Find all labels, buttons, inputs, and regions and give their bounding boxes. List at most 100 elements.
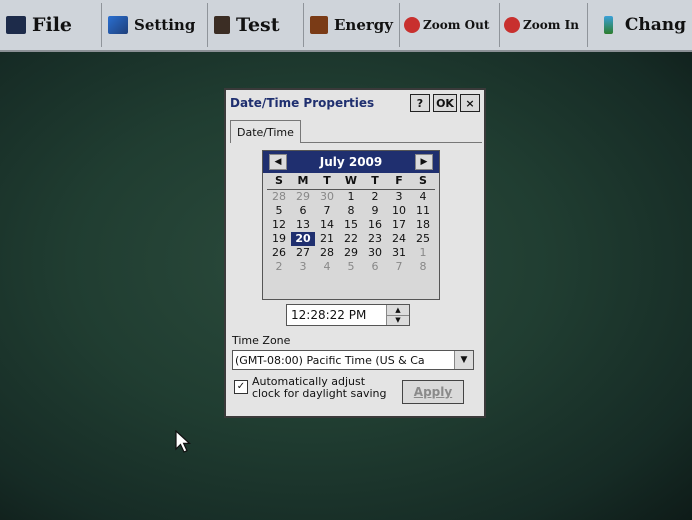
calendar-month-label[interactable]: July 2009: [320, 155, 383, 169]
calendar-day[interactable]: 4: [315, 260, 339, 274]
calendar-day[interactable]: 2: [363, 190, 387, 204]
calendar-day[interactable]: 31: [387, 246, 411, 260]
calendar-week: 28 29 30 1 2 3 4: [267, 190, 435, 204]
dialog-title: Date/Time Properties: [230, 96, 375, 110]
prev-month-button[interactable]: ◀: [269, 154, 287, 170]
menu-file[interactable]: File: [0, 3, 102, 47]
calendar-day[interactable]: 8: [339, 204, 363, 218]
calendar-day[interactable]: 29: [291, 190, 315, 204]
calendar-day[interactable]: 28: [267, 190, 291, 204]
calendar-day[interactable]: 26: [267, 246, 291, 260]
calendar-day[interactable]: 15: [339, 218, 363, 232]
menu-energy[interactable]: Energy: [304, 3, 400, 47]
help-button[interactable]: ?: [410, 94, 430, 112]
menu-energy-label: Energy: [334, 16, 393, 34]
auto-adjust-checkbox[interactable]: ✓: [234, 380, 248, 394]
dialog-titlebar[interactable]: Date/Time Properties ? OK ×: [226, 90, 484, 116]
calendar-day[interactable]: 8: [411, 260, 435, 274]
date-time-dialog: Date/Time Properties ? OK × Date/Time ◀ …: [224, 88, 486, 418]
calendar-day[interactable]: 7: [315, 204, 339, 218]
timezone-value[interactable]: (GMT-08:00) Pacific Time (US & Ca: [233, 354, 454, 367]
calendar-day[interactable]: 28: [315, 246, 339, 260]
tab-strip: Date/Time: [230, 120, 482, 143]
calendar-day[interactable]: 19: [267, 232, 291, 246]
spin-up-icon[interactable]: ▲: [387, 305, 409, 316]
calendar-week: 19 20 21 22 23 24 25: [267, 232, 435, 246]
menu-setting-label: Setting: [134, 16, 196, 34]
calendar-day[interactable]: 6: [363, 260, 387, 274]
calendar-day[interactable]: 2: [267, 260, 291, 274]
calendar-day[interactable]: 7: [387, 260, 411, 274]
weekday-label: W: [344, 174, 358, 187]
monitor-icon: [6, 16, 26, 34]
weekday-header: S M T W T F S: [267, 173, 435, 190]
calendar-day[interactable]: 9: [363, 204, 387, 218]
weekday-label: M: [297, 174, 309, 187]
calendar-day[interactable]: 3: [387, 190, 411, 204]
calendar-day[interactable]: 16: [363, 218, 387, 232]
calendar-day[interactable]: 30: [315, 190, 339, 204]
close-button[interactable]: ×: [460, 94, 480, 112]
calendar-day[interactable]: 14: [315, 218, 339, 232]
calendar-day[interactable]: 3: [291, 260, 315, 274]
next-month-button[interactable]: ▶: [415, 154, 433, 170]
menu-test-label: Test: [236, 14, 280, 36]
calendar-day[interactable]: 4: [411, 190, 435, 204]
calendar-day[interactable]: 1: [339, 190, 363, 204]
calendar-day[interactable]: 6: [291, 204, 315, 218]
menu-file-label: File: [32, 14, 73, 36]
weekday-label: S: [419, 174, 427, 187]
weekday-label: F: [395, 174, 403, 187]
menu-bar: File Setting Test Energy Zoom Out Zoom I…: [0, 0, 692, 52]
calendar-week: 5 6 7 8 9 10 11: [267, 204, 435, 218]
calendar-day[interactable]: 13: [291, 218, 315, 232]
calendar-day[interactable]: 29: [339, 246, 363, 260]
calendar-day[interactable]: 17: [387, 218, 411, 232]
calendar-day[interactable]: 25: [411, 232, 435, 246]
time-value[interactable]: 12:28:22 PM: [287, 308, 386, 322]
calendar-day[interactable]: 21: [315, 232, 339, 246]
calendar-day[interactable]: 12: [267, 218, 291, 232]
settings-icon: [108, 16, 128, 34]
calendar-day[interactable]: 18: [411, 218, 435, 232]
calendar-day[interactable]: 20: [291, 232, 315, 246]
month-calendar: ◀ July 2009 ▶ S M T W T F S 28 29 30 1 2 3 4 5 6…: [262, 150, 440, 300]
menu-setting[interactable]: Setting: [102, 3, 208, 47]
chevron-down-icon[interactable]: ▼: [454, 351, 473, 369]
book-icon: [310, 16, 328, 34]
change-icon: [604, 16, 613, 34]
calendar-day[interactable]: 22: [339, 232, 363, 246]
calendar-day[interactable]: 23: [363, 232, 387, 246]
menu-zoom-in-label: Zoom In: [523, 18, 579, 32]
calendar-day[interactable]: 30: [363, 246, 387, 260]
apply-button[interactable]: Apply: [402, 380, 464, 404]
menu-zoom-in[interactable]: Zoom In: [500, 3, 588, 47]
menu-change[interactable]: Chang: [588, 3, 692, 47]
ok-button[interactable]: OK: [433, 94, 457, 112]
spin-down-icon[interactable]: ▼: [387, 315, 409, 325]
auto-adjust-label: Automatically adjust clock for daylight …: [252, 375, 387, 400]
auto-adjust-dst[interactable]: ✓ Automatically adjust clock for dayligh…: [234, 376, 402, 400]
calendar-day[interactable]: 10: [387, 204, 411, 218]
calendar-day[interactable]: 27: [291, 246, 315, 260]
calendar-day[interactable]: 24: [387, 232, 411, 246]
menu-test[interactable]: Test: [208, 3, 304, 47]
calendar-day[interactable]: 5: [267, 204, 291, 218]
mouse-pointer-icon: [175, 430, 192, 453]
weekday-label: T: [323, 174, 331, 187]
zoom-out-icon: [404, 17, 420, 33]
test-icon: [214, 16, 230, 34]
calendar-day[interactable]: 5: [339, 260, 363, 274]
weekday-label: S: [275, 174, 283, 187]
calendar-day[interactable]: 1: [411, 246, 435, 260]
time-picker[interactable]: 12:28:22 PM ▲ ▼: [286, 304, 410, 326]
time-spinner[interactable]: ▲ ▼: [386, 305, 409, 325]
calendar-days: 28 29 30 1 2 3 4 5 6 7 8 9 10 11 12 13 14 15 16 17 18 19 20 21 2…: [263, 190, 439, 274]
calendar-day[interactable]: 11: [411, 204, 435, 218]
timezone-select[interactable]: (GMT-08:00) Pacific Time (US & Ca ▼: [232, 350, 474, 370]
menu-zoom-out[interactable]: Zoom Out: [400, 3, 500, 47]
weekday-label: T: [371, 174, 379, 187]
timezone-label: Time Zone: [232, 334, 291, 347]
menu-change-label: Chang: [624, 15, 686, 35]
tab-date-time[interactable]: Date/Time: [230, 120, 301, 143]
